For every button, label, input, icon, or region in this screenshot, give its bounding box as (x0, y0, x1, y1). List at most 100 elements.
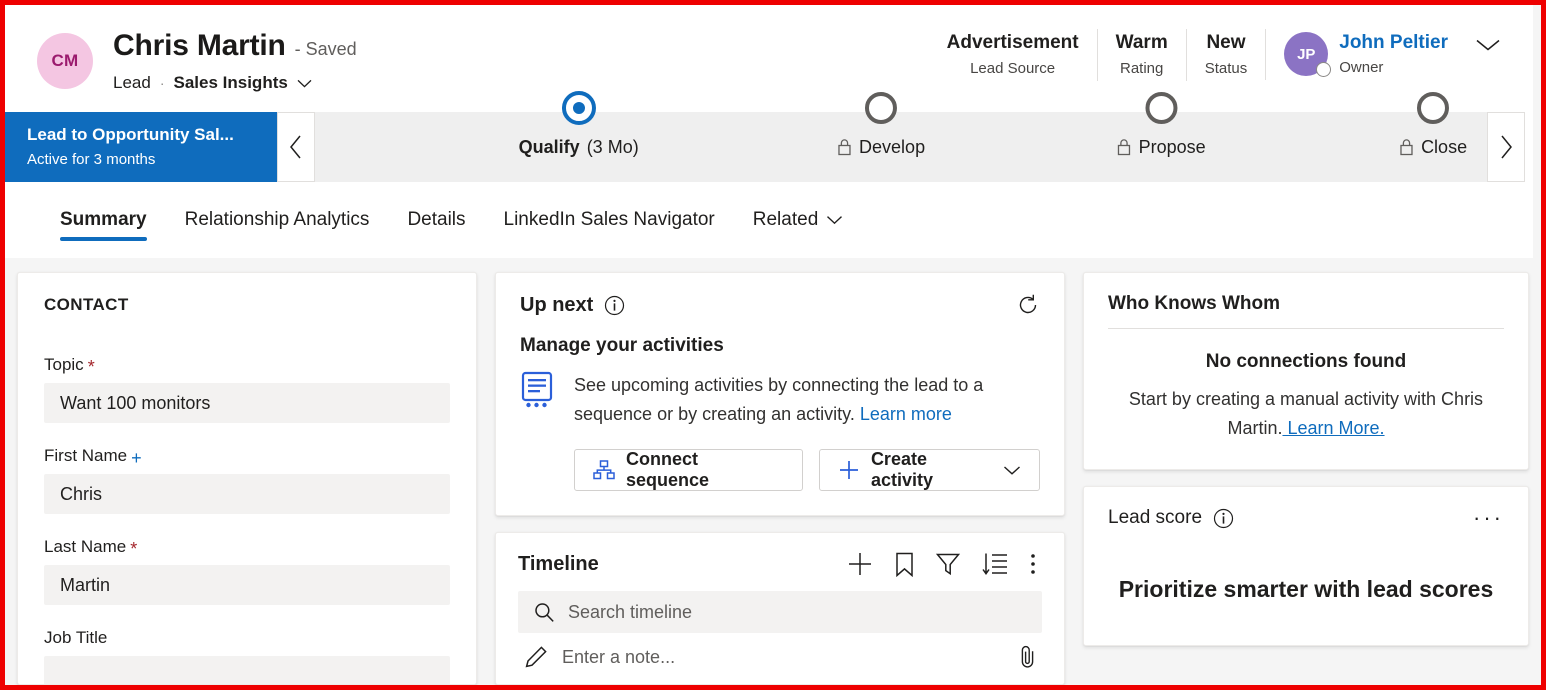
field-label: Topic (44, 355, 84, 375)
stage-pending-icon (864, 91, 898, 125)
who-knows-whom-empty-title: No connections found (1108, 351, 1504, 373)
sequence-hierarchy-icon (593, 460, 615, 480)
tab-label: Relationship Analytics (185, 209, 370, 231)
record-header-top: CM Chris Martin - Saved Lead · Sales Ins… (5, 5, 1533, 100)
subtitle-separator: · (160, 75, 165, 91)
who-knows-whom-description-wrap: Start by creating a manual activity with… (1108, 385, 1504, 443)
process-stage-propose[interactable]: Propose (1117, 112, 1206, 182)
up-next-title-wrap: Up next (520, 294, 625, 317)
owner-name-link[interactable]: John Peltier (1339, 29, 1448, 56)
lead-score-overflow-button[interactable]: ··· (1473, 513, 1504, 523)
lead-score-title-wrap: Lead score (1108, 507, 1234, 529)
tab-label: LinkedIn Sales Navigator (504, 209, 715, 231)
lead-score-card: Lead score ··· Prioritize smarter with l… (1083, 486, 1529, 646)
who-knows-whom-card: Who Knows Whom No connections found Star… (1083, 272, 1529, 470)
refresh-icon[interactable] (1016, 293, 1040, 317)
tab-summary[interactable]: Summary (41, 182, 166, 258)
record-avatar-initials: CM (51, 51, 78, 71)
bookmark-icon[interactable] (895, 552, 914, 577)
topic-input[interactable]: Want 100 monitors (44, 383, 450, 423)
lead-score-header: Lead score ··· (1108, 507, 1504, 529)
field-topic: Topic * Want 100 monitors (44, 355, 450, 423)
header-field-label: Status (1205, 57, 1248, 81)
timeline-note-row[interactable]: Enter a note... (518, 633, 1042, 681)
tab-related[interactable]: Related (734, 182, 863, 258)
up-next-actions: Connect sequence Create activity (574, 449, 1040, 491)
process-stage-qualify[interactable]: Qualify (3 Mo) (519, 112, 639, 182)
timeline-card: Timeline (495, 532, 1065, 685)
field-value: Chris (60, 484, 102, 505)
app-window: CM Chris Martin - Saved Lead · Sales Ins… (0, 0, 1546, 690)
header-field-label: Rating (1120, 57, 1163, 81)
lead-score-title: Lead score (1108, 507, 1202, 529)
header-field-lead-source[interactable]: Advertisement Lead Source (929, 29, 1097, 81)
stage-pending-icon (1144, 91, 1178, 125)
header-quick-fields: Advertisement Lead Source Warm Rating Ne… (929, 29, 1509, 91)
entity-type-label: Lead (113, 73, 151, 93)
process-name-label: Lead to Opportunity Sal... (27, 123, 277, 147)
header-field-owner[interactable]: JP John Peltier Owner (1265, 29, 1509, 80)
header-field-label: Lead Source (970, 57, 1055, 81)
field-label-row: First Name + (44, 446, 450, 466)
stage-label: Propose (1139, 137, 1206, 158)
chevron-down-icon[interactable] (1475, 38, 1501, 52)
lock-icon (1399, 138, 1414, 156)
owner-text-block: John Peltier Owner (1339, 29, 1448, 80)
tab-label: Related (753, 209, 819, 231)
tab-label: Details (407, 209, 465, 231)
app-selector-label[interactable]: Sales Insights (174, 73, 288, 93)
field-label-row: Topic * (44, 355, 450, 375)
timeline-search-input[interactable]: Search timeline (518, 591, 1042, 633)
field-label: Job Title (44, 628, 107, 648)
job-title-input[interactable] (44, 656, 450, 685)
first-name-input[interactable]: Chris (44, 474, 450, 514)
last-name-input[interactable]: Martin (44, 565, 450, 605)
tab-details[interactable]: Details (388, 182, 484, 258)
divider (1108, 328, 1504, 329)
info-icon[interactable] (1213, 508, 1234, 529)
timeline-title: Timeline (518, 553, 599, 576)
record-title-line: Chris Martin - Saved (113, 29, 357, 63)
record-subtitle-line: Lead · Sales Insights (113, 73, 357, 93)
middle-column: Up next (495, 272, 1065, 685)
stage-duration: (3 Mo) (587, 137, 639, 158)
process-stage-develop[interactable]: Develop (837, 112, 925, 182)
attachment-icon[interactable] (1018, 644, 1038, 670)
learn-more-link[interactable]: Learn more (860, 404, 952, 424)
chevron-down-icon[interactable] (297, 79, 312, 88)
record-header: CM Chris Martin - Saved Lead · Sales Ins… (5, 5, 1533, 258)
stage-label: Develop (859, 137, 925, 158)
connect-sequence-button[interactable]: Connect sequence (574, 449, 803, 491)
field-first-name: First Name + Chris (44, 446, 450, 514)
create-activity-button[interactable]: Create activity (819, 449, 1040, 491)
stage-label: Qualify (519, 137, 580, 158)
field-job-title: Job Title (44, 628, 450, 685)
header-field-value: Warm (1116, 29, 1168, 57)
process-name-button[interactable]: Lead to Opportunity Sal... Active for 3 … (5, 112, 277, 182)
owner-avatar-initials: JP (1297, 46, 1315, 63)
process-next-button[interactable] (1487, 112, 1525, 182)
process-prev-button[interactable] (277, 112, 315, 182)
plus-icon (838, 459, 860, 481)
up-next-title: Up next (520, 294, 593, 317)
stage-active-icon (562, 91, 596, 125)
tab-relationship-analytics[interactable]: Relationship Analytics (166, 182, 389, 258)
process-stage-close[interactable]: Close (1399, 112, 1467, 182)
contact-section-heading: CONTACT (44, 295, 450, 315)
header-field-rating[interactable]: Warm Rating (1097, 29, 1186, 81)
who-knows-whom-learn-more-link[interactable]: Learn More. (1282, 418, 1384, 438)
plus-icon[interactable] (847, 551, 873, 577)
header-field-status[interactable]: New Status (1186, 29, 1266, 81)
tab-label: Summary (60, 209, 147, 231)
timeline-note-placeholder: Enter a note... (562, 647, 1004, 668)
filter-icon[interactable] (936, 552, 960, 576)
sort-descending-icon[interactable] (982, 552, 1008, 576)
header-field-value: New (1206, 29, 1245, 57)
info-icon[interactable] (604, 295, 625, 316)
more-options-icon[interactable] (1030, 552, 1036, 576)
field-value: Want 100 monitors (60, 393, 210, 414)
chevron-down-icon[interactable] (826, 215, 843, 225)
timeline-search-placeholder: Search timeline (568, 602, 692, 623)
chevron-down-icon[interactable] (1003, 465, 1021, 476)
tab-linkedin-sales-navigator[interactable]: LinkedIn Sales Navigator (485, 182, 734, 258)
